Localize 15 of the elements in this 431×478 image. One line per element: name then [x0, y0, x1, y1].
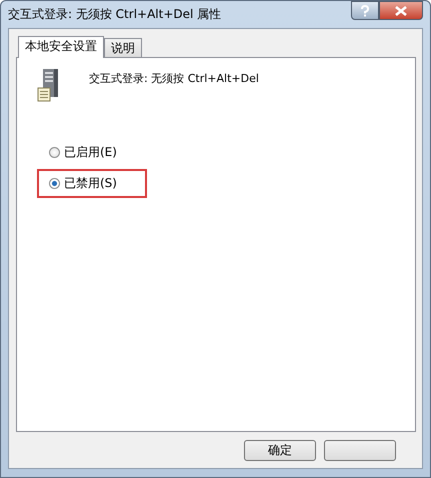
- close-button[interactable]: [379, 1, 423, 20]
- help-button[interactable]: [351, 1, 379, 20]
- close-icon: [395, 6, 407, 16]
- tab[interactable]: 说明: [104, 38, 142, 57]
- tab[interactable]: 本地安全设置: [18, 36, 104, 58]
- radio-option[interactable]: 已禁用(S): [37, 169, 147, 198]
- server-icon: [37, 68, 61, 102]
- ok-button[interactable]: 确定: [244, 440, 316, 461]
- help-icon: [360, 4, 370, 16]
- radio-option[interactable]: 已启用(E): [37, 138, 147, 167]
- radio-button[interactable]: [49, 147, 60, 158]
- policy-name: 交互式登录: 无须按 Ctrl+Alt+Del: [89, 71, 259, 86]
- button[interactable]: [324, 440, 396, 461]
- window-title: 交互式登录: 无须按 Ctrl+Alt+Del 属性: [8, 6, 222, 23]
- radio-button[interactable]: [49, 178, 60, 189]
